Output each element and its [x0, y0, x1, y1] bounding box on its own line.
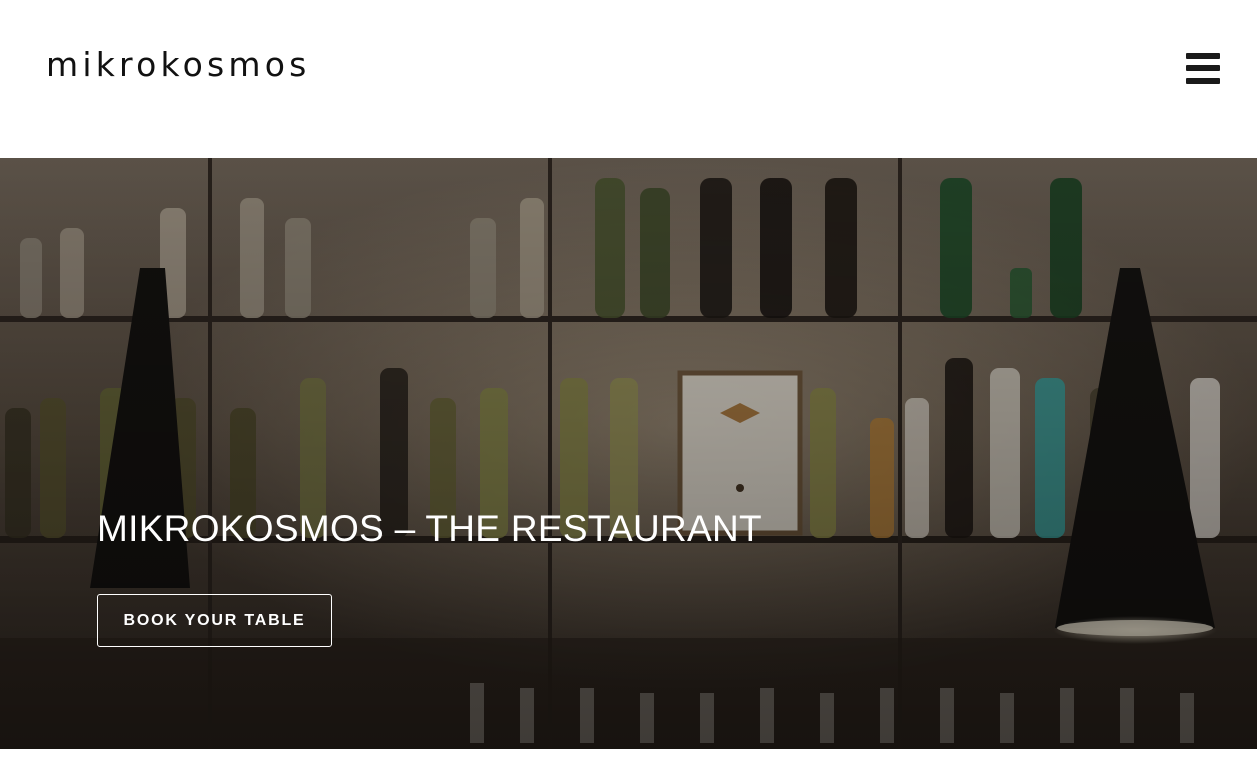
menu-bar: [1186, 78, 1220, 84]
book-table-button[interactable]: BOOK YOUR TABLE: [97, 594, 332, 647]
site-logo[interactable]: mikrokosmos: [46, 48, 311, 81]
menu-bar: [1186, 65, 1220, 71]
hero-section: MIKROKOSMOS – THE RESTAURANT BOOK YOUR T…: [0, 158, 1257, 749]
menu-bar: [1186, 53, 1220, 59]
site-header: mikrokosmos: [0, 0, 1259, 158]
hero-title: MIKROKOSMOS – THE RESTAURANT: [97, 508, 762, 549]
hamburger-menu-icon[interactable]: [1186, 53, 1220, 84]
page-bottom-strip: [0, 749, 1259, 769]
hero-dark-overlay: [0, 158, 1257, 749]
